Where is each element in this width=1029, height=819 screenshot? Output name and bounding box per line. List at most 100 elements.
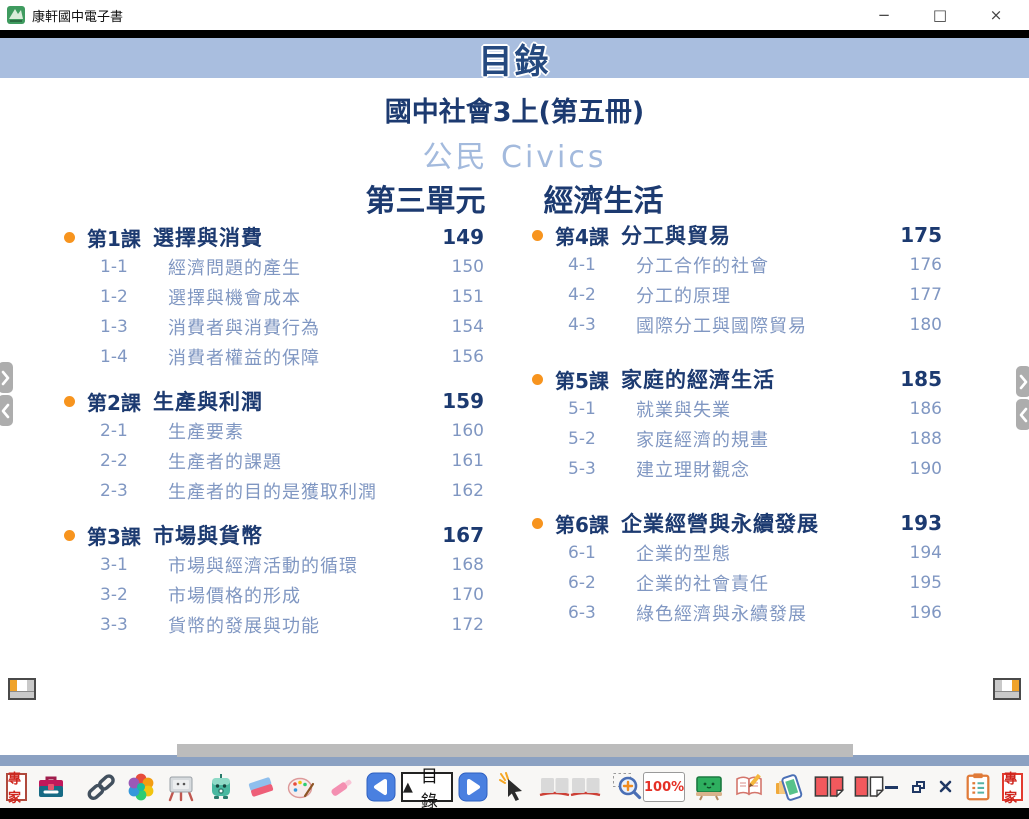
toc-lesson-4: 第4課 分工與貿易 175 4-1 分工合作的社會 176 4-2 分工的原理 … [528,220,942,340]
next-page-button[interactable] [457,771,489,803]
toc-lesson-row[interactable]: 第3課 市場與貨幣 167 [60,520,484,550]
toc-lesson-1: 第1課 選擇與消費 149 1-1 經濟問題的產生 150 1-2 選擇與機會成… [60,222,484,372]
robot-button[interactable] [205,771,237,803]
eraser-icon [245,771,277,803]
zoom-level-value: 100% [644,780,684,795]
sub-title: 生產要素 [146,418,244,444]
toc-sub-row[interactable]: 1-1 經濟問題的產生 150 [60,252,484,282]
sub-title: 市場與經濟活動的循環 [146,552,358,578]
page-forward-button-right[interactable] [1016,366,1029,397]
two-page-view-button[interactable] [813,771,845,803]
book-title: 國中社會3上(第五冊) [0,90,1029,129]
toc-lesson-row[interactable]: 第4課 分工與貿易 175 [528,220,942,250]
sub-title: 生產者的課題 [146,448,282,474]
lesson-page: 159 [438,389,484,413]
highlighter-button[interactable] [325,771,357,803]
toc-sub-row[interactable]: 3-1 市場與經濟活動的循環 168 [60,550,484,580]
triangle-up-icon: ▲ [403,780,413,795]
clipboard-icon [963,772,993,802]
sub-page: 160 [440,421,484,441]
toc-sub-row[interactable]: 5-3 建立理財觀念 190 [528,454,942,484]
horizontal-scrollbar-thumb[interactable] [177,744,853,757]
sub-title: 國際分工與國際貿易 [614,312,807,338]
corner-page-left-button[interactable] [8,678,36,700]
palette-button[interactable] [285,771,317,803]
device-button[interactable] [773,771,805,803]
sub-title: 經濟問題的產生 [146,254,301,280]
toc-sub-row[interactable]: 5-1 就業與失業 186 [528,394,942,424]
sub-title: 綠色經濟與永續發展 [614,600,807,626]
sub-num: 6-2 [568,573,614,593]
toc-sub-row[interactable]: 2-3 生產者的目的是獲取利潤 162 [60,476,484,506]
workbook-button[interactable] [733,771,765,803]
toc-lesson-row[interactable]: 第2課 生產與利潤 159 [60,386,484,416]
sub-page: 168 [440,555,484,575]
toc-sub-row[interactable]: 6-2 企業的社會責任 195 [528,568,942,598]
resources-flower-button[interactable] [125,771,157,803]
page-selector[interactable]: ▲ 目錄 [401,772,453,802]
page-title: 目錄 [479,34,551,83]
toc-sub-row[interactable]: 1-3 消費者與消費行為 154 [60,312,484,342]
toc-sub-row[interactable]: 2-1 生產要素 160 [60,416,484,446]
bottom-black-bar [0,808,1029,819]
corner-page-right-button[interactable] [993,678,1021,700]
expert-button-left[interactable]: 專家 [6,773,27,801]
bullet-icon [64,396,75,407]
unit-heading: 第三單元 經濟生活 [0,176,1029,220]
toc-sub-row[interactable]: 5-2 家庭經濟的規畫 188 [528,424,942,454]
toolbar-minimize-button[interactable] [885,786,898,789]
page-back-button-right[interactable] [1016,399,1029,430]
toc-sub-row[interactable]: 6-1 企業的型態 194 [528,538,942,568]
window-minimize-button[interactable]: − [869,4,899,26]
sub-num: 1-2 [100,287,146,307]
eraser-button[interactable] [245,771,277,803]
toc-sub-row[interactable]: 3-3 貨幣的發展與功能 172 [60,610,484,640]
sub-page: 151 [440,287,484,307]
spread-view-button[interactable] [537,771,603,803]
lesson-title: 市場與貨幣 [153,520,263,550]
sub-page: 195 [898,573,942,593]
lesson-page: 193 [896,511,942,535]
zoom-level-display[interactable]: 100% [643,772,685,802]
page-back-button-left[interactable] [0,395,13,426]
robot-icon [205,771,237,803]
toc-sub-row[interactable]: 2-2 生產者的課題 161 [60,446,484,476]
sub-page: 196 [898,603,942,623]
lesson-label: 第4課 [555,221,621,250]
toc-lesson-row[interactable]: 第1課 選擇與消費 149 [60,222,484,252]
lesson-page: 175 [896,223,942,247]
magnifier-zoom-icon [611,771,643,803]
cursor-button[interactable] [497,771,529,803]
unit-title: 經濟生活 [544,176,664,220]
chevron-left-icon [1018,406,1029,424]
toolbar-close-button[interactable] [939,778,952,797]
toc-sub-row[interactable]: 3-2 市場價格的形成 170 [60,580,484,610]
toc-lesson-row[interactable]: 第5課 家庭的經濟生活 185 [528,364,942,394]
expert-button-right[interactable]: 專家 [1002,773,1023,801]
toolbox-button[interactable] [35,771,67,803]
toc-sub-row[interactable]: 4-3 國際分工與國際貿易 180 [528,310,942,340]
toolbar-restore-button[interactable] [912,781,925,793]
window-close-button[interactable]: × [981,4,1011,26]
sub-page: 188 [898,429,942,449]
single-page-view-button[interactable] [853,771,885,803]
checklist-button[interactable] [962,771,994,803]
toc-sub-row[interactable]: 1-2 選擇與機會成本 151 [60,282,484,312]
toc-lesson-row[interactable]: 第6課 企業經營與永續發展 193 [528,508,942,538]
zoom-button[interactable] [611,771,643,803]
bullet-icon [532,374,543,385]
toc-sub-row[interactable]: 1-4 消費者權益的保障 156 [60,342,484,372]
blackboard-button[interactable] [693,771,725,803]
window-maximize-button[interactable]: □ [925,4,955,26]
toc-sub-row[interactable]: 4-1 分工合作的社會 176 [528,250,942,280]
easel-button[interactable] [165,771,197,803]
sub-num: 2-2 [100,451,146,471]
page-forward-button-left[interactable] [0,362,13,393]
minimize-icon [885,786,898,789]
link-button[interactable] [85,771,117,803]
toc-sub-row[interactable]: 4-2 分工的原理 177 [528,280,942,310]
toc-sub-row[interactable]: 6-3 綠色經濟與永續發展 196 [528,598,942,628]
sub-title: 貨幣的發展與功能 [146,612,320,638]
prev-page-button[interactable] [365,771,397,803]
toolbox-icon [35,771,67,803]
